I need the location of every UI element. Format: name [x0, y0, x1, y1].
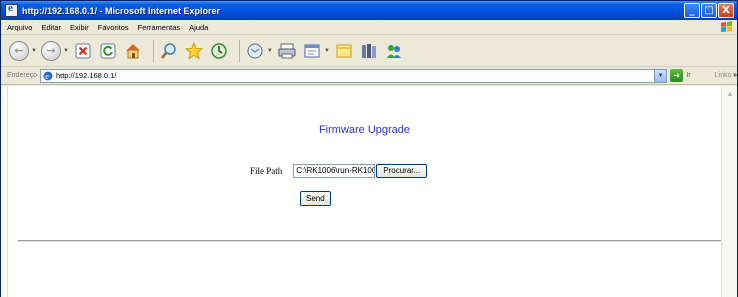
edit-icon: [302, 41, 322, 61]
forward-dropdown-icon[interactable]: ▼: [63, 48, 69, 54]
window-title: http://192.168.0.1/ - Microsoft Internet…: [22, 5, 221, 16]
stop-icon[interactable]: [73, 41, 93, 61]
toolbar-separator: [152, 39, 154, 62]
menu-editar[interactable]: Editar: [41, 23, 61, 32]
standard-toolbar: ← ▼ → ▼ ▼ ▼: [1, 35, 737, 67]
address-bar: Endereço e http://192.168.0.1/ ▼ ➜ Ir Li…: [1, 67, 737, 85]
maximize-button[interactable]: □: [701, 3, 717, 18]
menu-bar: Arquivo Editar Exibir Favoritos Ferramen…: [1, 20, 737, 35]
address-input[interactable]: e http://192.168.0.1/ ▼: [39, 68, 668, 83]
title-bar[interactable]: http://192.168.0.1/ - Microsoft Internet…: [1, 1, 737, 20]
divider: [18, 240, 721, 242]
back-icon: ←: [9, 40, 29, 61]
file-path-label: File Path: [250, 166, 283, 176]
go-button-label[interactable]: Ir: [686, 72, 690, 79]
links-label[interactable]: Links: [715, 72, 731, 79]
search-icon[interactable]: [159, 41, 179, 61]
minimize-button[interactable]: _: [684, 3, 700, 18]
windows-flag-icon: [721, 21, 732, 32]
ie-icon: [5, 2, 18, 17]
send-button[interactable]: Send: [300, 191, 331, 206]
toolbar-separator: [238, 39, 240, 62]
mail-dropdown-icon[interactable]: ▼: [267, 48, 273, 54]
links-chevron-icon[interactable]: »: [733, 72, 737, 79]
print-icon[interactable]: [277, 41, 297, 61]
go-arrow-icon[interactable]: ➜: [670, 69, 684, 82]
mail-button[interactable]: ▼: [245, 39, 273, 63]
forward-button[interactable]: → ▼: [40, 39, 69, 63]
close-button[interactable]: X: [718, 3, 734, 18]
messenger-icon[interactable]: [384, 41, 404, 61]
research-icon[interactable]: [359, 41, 379, 61]
address-url: http://192.168.0.1/: [55, 71, 117, 80]
forward-icon: →: [40, 40, 61, 61]
scroll-up-icon[interactable]: ▲: [724, 88, 736, 100]
menu-favoritos[interactable]: Favoritos: [98, 23, 129, 32]
home-icon[interactable]: [123, 41, 143, 61]
history-icon[interactable]: [209, 41, 229, 61]
file-path-input[interactable]: C:\RK1006\run-RK1006-: [293, 164, 376, 178]
discuss-icon[interactable]: [334, 41, 354, 61]
refresh-icon[interactable]: [98, 41, 118, 61]
mail-icon: [245, 41, 265, 61]
file-path-row: File Path C:\RK1006\run-RK1006- Procurar…: [250, 164, 428, 178]
vertical-scrollbar[interactable]: ▲: [721, 86, 737, 297]
window-controls: _ □ X: [684, 3, 734, 18]
browse-button[interactable]: Procurar...: [376, 164, 428, 178]
menu-ajuda[interactable]: Ajuda: [189, 23, 208, 32]
address-label: Endereço: [7, 72, 37, 79]
menu-arquivo[interactable]: Arquivo: [7, 23, 32, 32]
edit-button[interactable]: ▼: [302, 39, 330, 63]
menu-ferramentas[interactable]: Ferramentas: [138, 23, 181, 32]
back-dropdown-icon[interactable]: ▼: [31, 48, 37, 54]
browser-window: http://192.168.0.1/ - Microsoft Internet…: [0, 0, 738, 297]
menu-exibir[interactable]: Exibir: [70, 23, 89, 32]
page-icon: e: [43, 71, 53, 81]
page-content: Firmware Upgrade File Path C:\RK1006\run…: [1, 86, 737, 297]
page-frame: Firmware Upgrade File Path C:\RK1006\run…: [7, 86, 721, 297]
svg-text:e: e: [45, 72, 49, 81]
page-title: Firmware Upgrade: [318, 124, 411, 136]
address-dropdown-icon[interactable]: ▼: [654, 69, 667, 82]
favorites-icon[interactable]: [184, 41, 204, 61]
back-button[interactable]: ← ▼: [9, 39, 37, 63]
edit-dropdown-icon[interactable]: ▼: [324, 48, 330, 54]
